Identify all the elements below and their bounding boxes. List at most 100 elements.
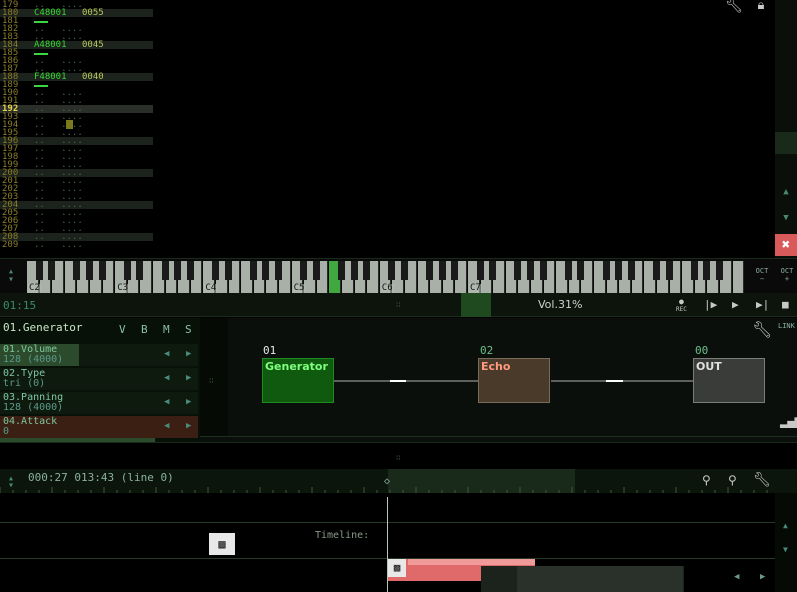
piano-key-black[interactable]: [48, 261, 56, 280]
panel-splitter[interactable]: ∷: [0, 442, 797, 469]
piano-key-black[interactable]: [426, 261, 434, 280]
zoom-out-icon[interactable]: ⚲: [702, 473, 711, 487]
scroll-thumb[interactable]: [775, 132, 797, 154]
module-generator[interactable]: Generator: [262, 358, 334, 403]
note-cell[interactable]: C48001: [34, 9, 67, 18]
piano-key-black[interactable]: [653, 261, 660, 280]
piano-key-black[interactable]: [451, 261, 459, 280]
scroll-right-icon[interactable]: ▶: [760, 572, 765, 582]
lock-icon[interactable]: 🔒︎: [750, 0, 772, 18]
param-row[interactable]: 03.Panning 128 (4000) ◀ ▶: [0, 392, 198, 414]
param-row[interactable]: 02.Type tri (0) ◀ ▶: [0, 368, 198, 390]
pattern-row[interactable]: 187.. ....: [0, 65, 153, 74]
timeline-vscroll[interactable]: ▲ ▼: [775, 493, 797, 592]
flag-solo-button[interactable]: S: [185, 323, 192, 336]
keyboard-scroll-icon[interactable]: ▴ ▾: [8, 267, 14, 285]
piano-key-black[interactable]: [262, 261, 270, 280]
volume-label[interactable]: Vol.31%: [538, 298, 582, 311]
decrement-arrow-icon[interactable]: ◀: [164, 349, 169, 359]
arrow-up-icon[interactable]: ▲: [783, 521, 788, 530]
effect-cell[interactable]: 0045: [82, 41, 104, 50]
piano-key-black[interactable]: [86, 261, 93, 280]
piano-key-black[interactable]: [186, 261, 194, 280]
module-echo[interactable]: Echo: [478, 358, 550, 403]
param-row[interactable]: 04.Attack 0 ◀ ▶: [0, 416, 198, 438]
flag-mute-button[interactable]: M: [163, 323, 170, 336]
piano-key-black[interactable]: [161, 261, 169, 280]
pattern-row[interactable]: 188 F48001 0040: [0, 73, 153, 82]
arrow-up-icon[interactable]: ▲: [779, 186, 793, 198]
note-cell[interactable]: F48001: [34, 73, 67, 82]
piano-key-black[interactable]: [665, 261, 673, 280]
piano-key-black[interactable]: [716, 261, 723, 280]
param-row[interactable]: 01.Volume 128 (4000) ◀ ▶: [0, 344, 198, 366]
piano-key-black[interactable]: [123, 261, 131, 280]
piano-key-black[interactable]: [174, 261, 182, 280]
piano-key-black[interactable]: [564, 261, 572, 280]
increment-arrow-icon[interactable]: ▶: [186, 373, 191, 383]
arrow-down-icon[interactable]: ▼: [783, 545, 788, 554]
piano-key-black[interactable]: [312, 261, 320, 280]
wrench-icon[interactable]: 🔧︎: [753, 472, 771, 488]
wrench-icon[interactable]: 🔧︎: [752, 320, 772, 339]
piano-key-black[interactable]: [602, 261, 610, 280]
piano-key-black[interactable]: [363, 261, 371, 280]
piano-key-white[interactable]: [732, 261, 745, 293]
timeline-scrollbar-track[interactable]: [481, 566, 684, 592]
piano-key-black[interactable]: [300, 261, 308, 280]
stop-icon[interactable]: ■: [782, 298, 789, 311]
pattern-block-icon[interactable]: ▩: [209, 533, 235, 555]
timeline-panel[interactable]: ▴ ▾ 000:27 013:43 (line 0) ◇ ⚲ ⚲ 🔧︎ ▩ Tim…: [0, 469, 797, 592]
effect-cell[interactable]: 0040: [82, 73, 104, 82]
cursor-marker-icon[interactable]: ◇: [384, 476, 390, 487]
timeline-scrollbar-thumb[interactable]: [517, 566, 683, 592]
piano-key-black[interactable]: [401, 261, 408, 280]
play-pattern-icon[interactable]: ▶|: [756, 298, 769, 311]
note-cell[interactable]: A48001: [34, 41, 67, 50]
piano-key-black[interactable]: [35, 261, 43, 280]
decrement-arrow-icon[interactable]: ◀: [164, 397, 169, 407]
keyboard-keys[interactable]: C2 C3 C4 C5 C6 C7: [27, 259, 747, 294]
piano-key-black[interactable]: [275, 261, 282, 280]
piano-key-black[interactable]: [438, 261, 446, 280]
octave-down-button[interactable]: OCT −: [753, 267, 771, 283]
pattern-editor[interactable]: 179.. .... 180 C48001 0055 181 182.. .... 183.…: [0, 0, 775, 258]
increment-arrow-icon[interactable]: ▶: [186, 349, 191, 359]
piano-key-black[interactable]: [136, 261, 144, 280]
piano-key-black[interactable]: [690, 261, 698, 280]
empty-cell[interactable]: .. ....: [34, 241, 83, 250]
piano-key-black[interactable]: [527, 261, 534, 280]
zoom-in-icon[interactable]: ⚲: [728, 473, 737, 487]
params-divider[interactable]: ∷: [200, 318, 228, 442]
flag-bypass-button[interactable]: B: [141, 323, 148, 336]
piano-key-black[interactable]: [249, 261, 257, 280]
record-icon[interactable]: ●: [679, 297, 684, 306]
close-icon[interactable]: ✖: [775, 234, 797, 256]
module-graph[interactable]: 01 Generator 02 Echo 00 OUT 🔧︎ LINK ▂▄▆: [228, 318, 797, 436]
arrow-down-icon[interactable]: ▼: [779, 212, 793, 224]
flag-visualizer-button[interactable]: V: [119, 323, 126, 336]
piano-key-black[interactable]: [98, 261, 106, 280]
piano-key-black[interactable]: [476, 261, 484, 280]
octave-up-button[interactable]: OCT +: [778, 267, 796, 283]
pattern-row[interactable]: 180 C48001 0055: [0, 9, 153, 18]
link-button[interactable]: LINK: [778, 322, 795, 330]
pattern-row[interactable]: 179.. ....: [0, 1, 153, 10]
piano-key-black[interactable]: [388, 261, 396, 280]
piano-key-black[interactable]: [489, 261, 497, 280]
scroll-left-icon[interactable]: ◀: [734, 572, 739, 582]
resize-handle[interactable]: ∷: [396, 300, 401, 309]
piano-key-black[interactable]: [350, 261, 358, 280]
pattern-row[interactable]: 183.. ....: [0, 33, 153, 42]
pattern-row[interactable]: 209 .. ....: [0, 241, 153, 250]
piano-key-black[interactable]: [224, 261, 232, 280]
decrement-arrow-icon[interactable]: ◀: [164, 421, 169, 431]
piano-key-black[interactable]: [338, 261, 345, 280]
piano-key-black[interactable]: [73, 261, 81, 280]
piano-key-black[interactable]: [514, 261, 522, 280]
increment-arrow-icon[interactable]: ▶: [186, 397, 191, 407]
pattern-row[interactable]: 184 A48001 0045: [0, 41, 153, 50]
play-icon[interactable]: ▶: [732, 298, 739, 311]
module-out[interactable]: OUT: [693, 358, 765, 403]
piano-key-black[interactable]: [212, 261, 219, 280]
